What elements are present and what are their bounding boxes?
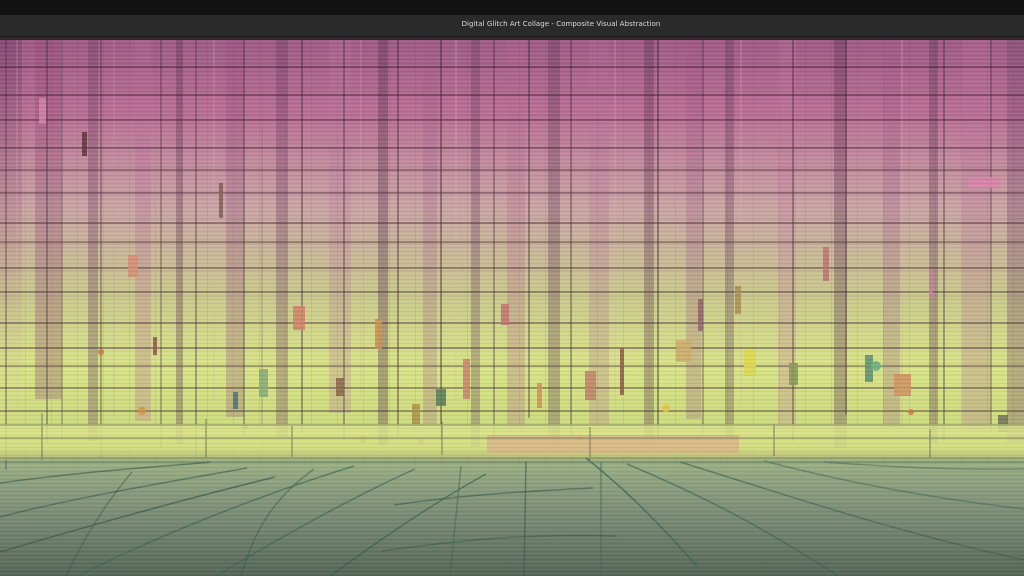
window-titlebar: Digital Glitch Art Collage - Composite V… — [0, 0, 1024, 37]
window-title: Digital Glitch Art Collage - Composite V… — [461, 20, 661, 28]
dark-top-edge — [0, 37, 1024, 40]
abstract-glitch-artwork — [0, 37, 1024, 576]
green-bottom-haze — [0, 37, 1024, 576]
glitch-art-canvas — [0, 37, 1024, 576]
application-window: Digital Glitch Art Collage - Composite V… — [0, 0, 1024, 576]
